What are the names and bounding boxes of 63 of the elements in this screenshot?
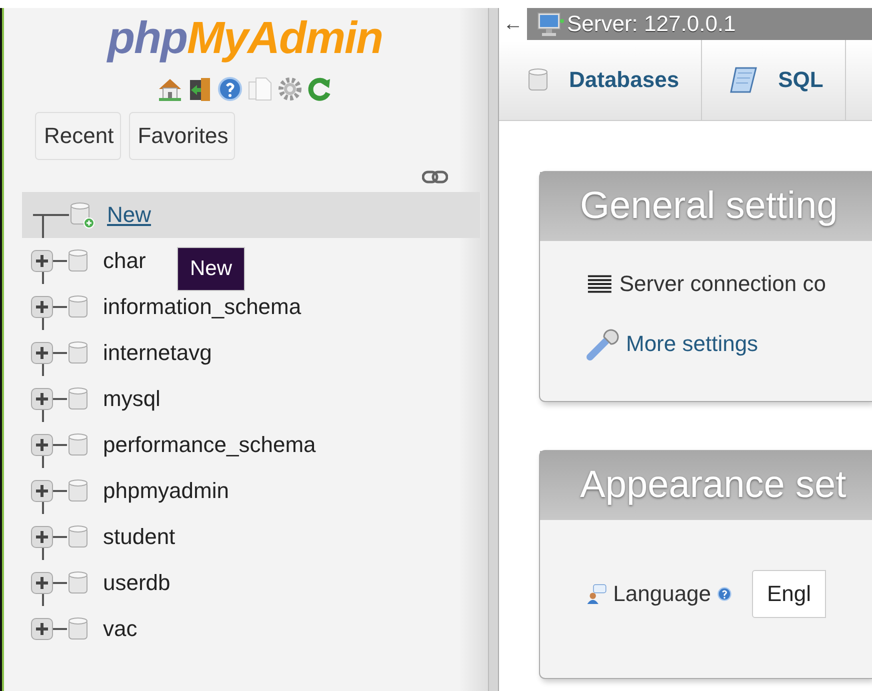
database-icon[interactable] bbox=[67, 248, 89, 274]
nav-tab[interactable]: Favorites bbox=[128, 112, 236, 160]
back-button[interactable]: ← bbox=[499, 8, 527, 40]
database-name[interactable]: performance_schema bbox=[103, 432, 316, 458]
expand-button[interactable] bbox=[31, 526, 53, 548]
expand-button[interactable] bbox=[31, 296, 53, 318]
nav-tab[interactable]: Recent bbox=[35, 112, 121, 160]
setting-label: Language bbox=[613, 581, 712, 607]
setting-label: Server connection co bbox=[619, 271, 826, 297]
new-database-link[interactable]: New bbox=[107, 202, 152, 228]
tab[interactable]: Databases bbox=[499, 40, 702, 120]
database-name[interactable]: mysql bbox=[103, 386, 160, 412]
expand-button[interactable] bbox=[31, 572, 53, 594]
expand-button[interactable] bbox=[31, 480, 53, 502]
panel-title: General setting bbox=[540, 172, 872, 241]
plus-icon bbox=[35, 346, 49, 360]
panel-title: Appearance set bbox=[540, 451, 872, 520]
plus-icon bbox=[35, 300, 49, 314]
database-icon[interactable] bbox=[67, 524, 89, 550]
database-icon[interactable] bbox=[67, 616, 89, 642]
database-icon[interactable] bbox=[67, 570, 89, 596]
breadcrumb-link[interactable]: Server: 127.0.0.1 bbox=[567, 11, 736, 37]
wrench-icon[interactable] bbox=[586, 327, 620, 361]
list-icon bbox=[586, 274, 614, 294]
plus-icon bbox=[35, 438, 49, 452]
exit-door-icon[interactable] bbox=[187, 76, 213, 102]
database-name[interactable]: student bbox=[103, 524, 176, 550]
expand-button[interactable] bbox=[31, 618, 53, 640]
plus-icon bbox=[35, 484, 49, 498]
expand-button[interactable] bbox=[31, 388, 53, 410]
database-name[interactable]: information_schema bbox=[103, 294, 302, 320]
help-icon[interactable] bbox=[217, 76, 243, 102]
scroll-icon bbox=[730, 65, 758, 95]
database-name[interactable]: internetavg bbox=[103, 340, 212, 366]
database-icon[interactable] bbox=[67, 294, 89, 320]
tab[interactable]: SQL bbox=[702, 40, 846, 120]
expand-button[interactable] bbox=[31, 342, 53, 364]
database-icon[interactable] bbox=[67, 432, 89, 458]
database-icon bbox=[527, 67, 549, 93]
plus-icon bbox=[35, 254, 49, 268]
expand-button[interactable] bbox=[31, 250, 53, 272]
logo[interactable]: phpMyAdmin bbox=[10, 12, 480, 64]
chain-link-icon[interactable] bbox=[422, 170, 448, 184]
database-icon[interactable] bbox=[67, 340, 89, 366]
expand-button[interactable] bbox=[31, 434, 53, 456]
plus-icon bbox=[35, 530, 49, 544]
database-icon[interactable] bbox=[67, 386, 89, 412]
new-database-icon[interactable] bbox=[69, 201, 95, 229]
plus-icon bbox=[35, 392, 49, 406]
tooltip: New bbox=[177, 247, 246, 291]
settings-icon[interactable] bbox=[277, 76, 303, 102]
plus-icon bbox=[35, 576, 49, 590]
plus-icon bbox=[35, 622, 49, 636]
more-settings-link[interactable]: More settings bbox=[626, 331, 758, 357]
database-icon[interactable] bbox=[67, 478, 89, 504]
language-select[interactable]: Engl bbox=[752, 570, 826, 618]
home-icon[interactable] bbox=[157, 76, 183, 102]
database-name[interactable]: phpmyadmin bbox=[103, 478, 229, 504]
monitor-icon[interactable] bbox=[537, 11, 565, 37]
reload-icon[interactable] bbox=[307, 76, 333, 102]
database-name[interactable]: char bbox=[103, 248, 146, 274]
database-name[interactable]: userdb bbox=[103, 570, 170, 596]
database-name[interactable]: vac bbox=[103, 616, 138, 642]
